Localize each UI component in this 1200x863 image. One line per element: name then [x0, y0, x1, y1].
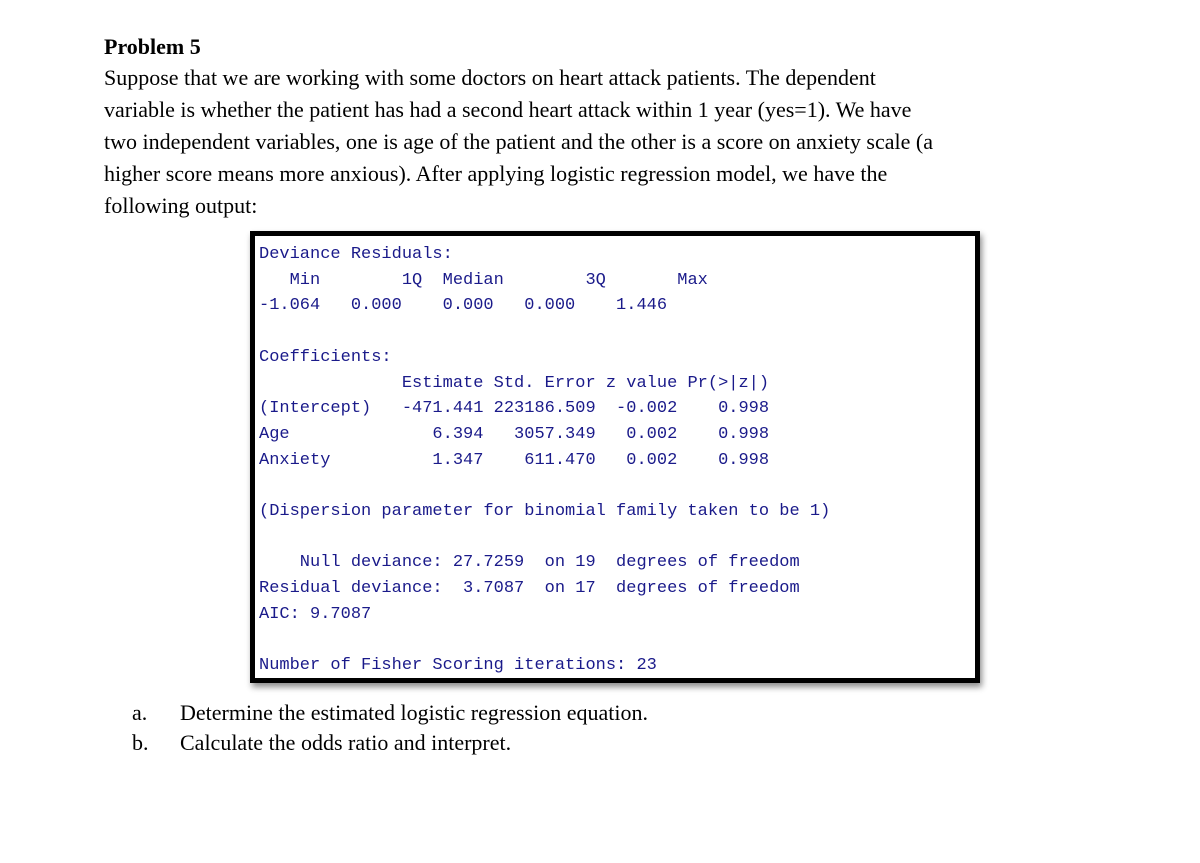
deviance-columns: Min 1Q Median 3Q Max	[259, 270, 708, 290]
problem-statement: Problem 5 Suppose that we are working wi…	[104, 32, 1056, 222]
question-text: Calculate the odds ratio and interpret.	[180, 730, 512, 755]
question-item: b. Calculate the odds ratio and interpre…	[132, 728, 648, 758]
problem-line: following output:	[104, 193, 258, 218]
null-deviance: Null deviance: 27.7259 on 19 degrees of …	[259, 553, 800, 573]
regression-output-box: Deviance Residuals: Min 1Q Median 3Q Max…	[250, 231, 980, 683]
problem-title: Problem 5	[104, 34, 201, 59]
problem-line: higher score means more anxious). After …	[104, 161, 888, 186]
problem-line: variable is whether the patient has had …	[104, 97, 912, 122]
dispersion-note: (Dispersion parameter for binomial famil…	[259, 502, 831, 522]
problem-line: Suppose that we are working with some do…	[104, 65, 876, 90]
deviance-header: Deviance Residuals:	[259, 245, 453, 264]
question-text: Determine the estimated logistic regress…	[180, 700, 648, 725]
aic: AIC: 9.7087	[259, 604, 372, 624]
question-list: a. Determine the estimated logistic regr…	[132, 698, 648, 758]
question-label: b.	[132, 730, 149, 755]
residual-deviance: Residual deviance: 3.7087 on 17 degrees …	[259, 579, 800, 599]
problem-line: two independent variables, one is age of…	[104, 129, 933, 154]
coefficients-columns: Estimate Std. Error z value Pr(>|z|)	[259, 373, 770, 393]
coefficient-row: Anxiety 1.347 611.470 0.002 0.998	[259, 450, 770, 470]
coefficients-header: Coefficients:	[259, 347, 392, 367]
coefficient-row: (Intercept) -471.441 223186.509 -0.002 0…	[259, 399, 770, 419]
question-item: a. Determine the estimated logistic regr…	[132, 698, 648, 728]
question-label: a.	[132, 700, 148, 725]
coefficient-row: Age 6.394 3057.349 0.002 0.998	[259, 424, 770, 444]
fisher-iterations: Number of Fisher Scoring iterations: 23	[259, 656, 657, 676]
deviance-values: -1.064 0.000 0.000 0.000 1.446	[259, 296, 668, 316]
